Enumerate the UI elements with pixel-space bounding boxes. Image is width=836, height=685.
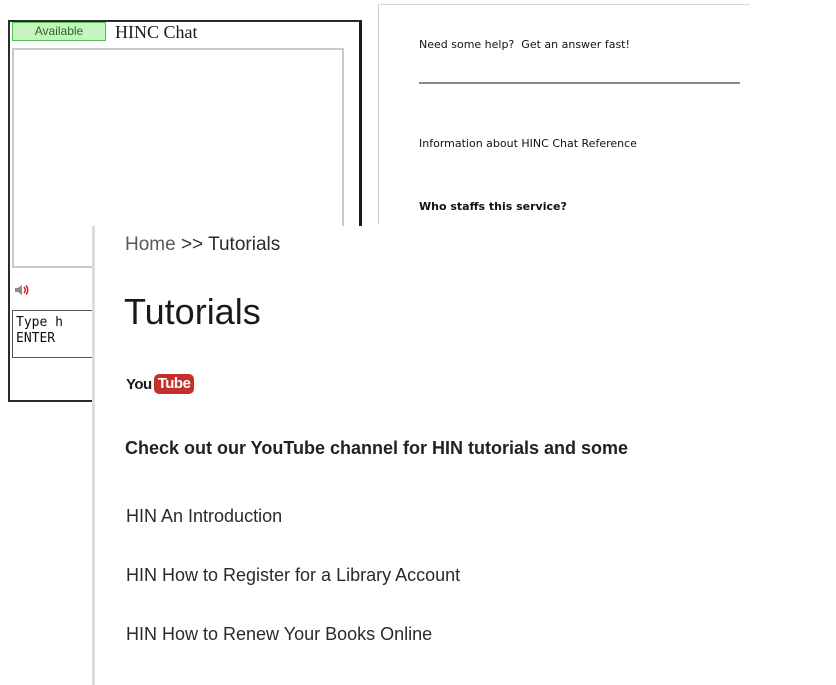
chat-info-link[interactable]: Information about HINC Chat Reference	[419, 134, 689, 153]
breadcrumb-separator: >>	[175, 234, 209, 255]
help-tagline: Need some help? Get an answer fast!	[419, 38, 630, 51]
page-title: Tutorials	[124, 291, 261, 332]
breadcrumb-home-link[interactable]: Home	[125, 234, 176, 255]
youtube-logo[interactable]: You Tube	[126, 371, 195, 397]
tutorials-panel: Home >> Tutorials Tutorials You Tube Chec…	[92, 226, 836, 685]
tutorial-link-renew-books[interactable]: HIN How to Renew Your Books Online	[126, 624, 432, 645]
breadcrumb: Home >> Tutorials	[125, 234, 280, 256]
help-divider	[419, 82, 740, 84]
youtube-logo-you: You	[126, 375, 152, 393]
top-divider	[380, 4, 750, 5]
channel-intro-text: Check out our YouTube channel for HIN tu…	[125, 438, 629, 458]
youtube-logo-tube: Tube	[153, 374, 195, 394]
status-badge: Available	[12, 22, 106, 41]
tutorial-link-introduction[interactable]: HIN An Introduction	[126, 506, 282, 527]
chat-title: HINC Chat	[115, 22, 198, 42]
tutorial-link-register-account[interactable]: HIN How to Register for a Library Accoun…	[126, 565, 460, 586]
staff-heading: Who staffs this service?	[419, 200, 567, 213]
speaker-icon[interactable]	[14, 282, 32, 296]
breadcrumb-current: Tutorials	[208, 234, 281, 255]
column-divider	[378, 4, 379, 224]
